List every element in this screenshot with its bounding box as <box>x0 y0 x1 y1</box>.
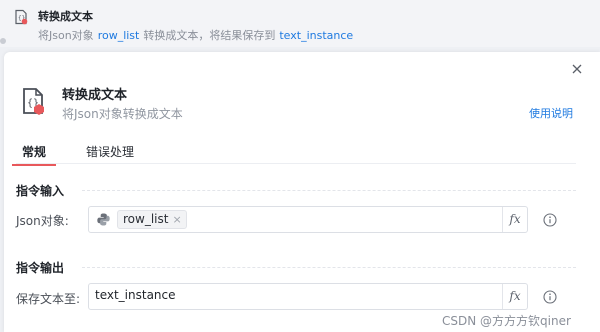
variable-chip-label: row_list <box>123 212 169 226</box>
json-object-label: Json对象: <box>16 214 69 228</box>
tab-bar: 常规 错误处理 <box>11 137 576 166</box>
panel-description: 将Json对象转换成文本 <box>62 107 183 121</box>
expression-button[interactable]: fx <box>502 284 527 309</box>
save-text-value: text_instance <box>95 288 176 302</box>
json-object-field[interactable]: row_list × fx <box>88 206 528 233</box>
step-description: 将Json对象 row_list 转换成文本，将结果保存到 text_instance <box>38 27 357 43</box>
panel-title: 转换成文本 <box>62 88 128 103</box>
step-summary-bar[interactable]: {} 转换成文本 将Json对象 row_list 转换成文本，将结果保存到 text… <box>0 0 600 47</box>
step-desc-prefix: 将Json对象 <box>38 29 94 42</box>
chip-remove-icon[interactable]: × <box>172 213 181 226</box>
step-output-variable[interactable]: text_instance <box>279 29 353 42</box>
save-text-to-label: 保存文本至: <box>16 292 81 306</box>
tab-general[interactable]: 常规 <box>11 143 57 166</box>
json-convert-icon: {} <box>23 88 44 115</box>
variable-chip[interactable]: row_list × <box>117 210 187 229</box>
step-connector-dot <box>0 38 6 44</box>
step-title: 转换成文本 <box>38 10 93 23</box>
properties-panel: {} 转换成文本 将Json对象转换成文本 使用说明 常规 错误处理 指令输入 … <box>4 52 600 332</box>
info-icon[interactable] <box>543 290 557 304</box>
section-divider <box>82 267 576 268</box>
help-link[interactable]: 使用说明 <box>529 105 573 121</box>
step-input-variable[interactable]: row_list <box>98 29 140 42</box>
step-desc-middle: 转换成文本，将结果保存到 <box>143 29 276 42</box>
info-icon[interactable] <box>543 213 557 227</box>
close-icon[interactable] <box>570 62 584 76</box>
tab-error-handling[interactable]: 错误处理 <box>86 143 134 166</box>
output-section-title: 指令输出 <box>16 261 65 275</box>
input-section-title: 指令输入 <box>16 184 65 198</box>
json-convert-icon: {} <box>15 9 28 25</box>
watermark: CSDN @方方方钦qiner <box>442 314 571 328</box>
python-icon <box>97 213 110 226</box>
save-text-field[interactable]: text_instance fx <box>88 283 528 310</box>
expression-button[interactable]: fx <box>502 207 527 232</box>
section-divider <box>82 190 576 191</box>
